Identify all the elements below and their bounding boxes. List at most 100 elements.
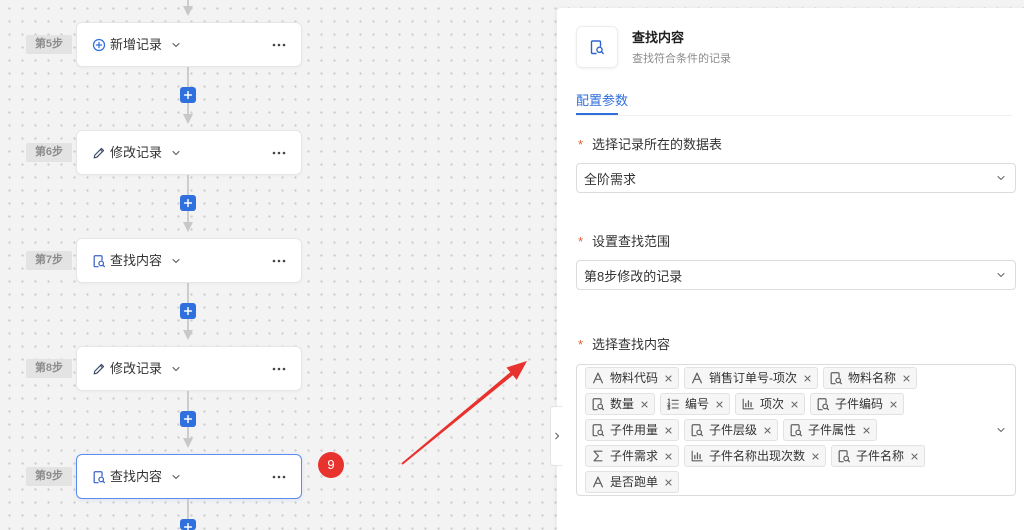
- pencil-icon: [92, 146, 106, 160]
- close-icon[interactable]: [664, 478, 673, 487]
- close-icon[interactable]: [889, 400, 898, 409]
- required-mark: *: [578, 337, 584, 352]
- chevron-down-icon[interactable]: [170, 363, 182, 375]
- close-icon[interactable]: [763, 426, 772, 435]
- close-icon[interactable]: [902, 374, 911, 383]
- add-step-button[interactable]: [180, 411, 196, 427]
- selected-field-tag[interactable]: 是否跑单: [585, 471, 680, 493]
- chevron-down-icon: [995, 269, 1007, 281]
- selected-field-tag[interactable]: 销售订单号-项次: [684, 367, 819, 389]
- step-card[interactable]: 查找内容: [76, 454, 302, 499]
- tag-label: 项次: [760, 397, 785, 411]
- close-icon[interactable]: [640, 400, 649, 409]
- scope-field-label: * 设置查找范围: [578, 233, 670, 251]
- close-icon[interactable]: [715, 400, 724, 409]
- selected-field-tag[interactable]: 子件属性: [783, 419, 878, 441]
- more-dots-icon[interactable]: [271, 361, 287, 377]
- selected-field-tag[interactable]: 项次: [735, 393, 806, 415]
- lookup-icon: [591, 423, 605, 437]
- content-multi-select[interactable]: 物料代码 销售订单号-项次 物料名称 数量 编号 项次 子件编码 子件用量 子件层级 子件属性 子件…: [576, 364, 1016, 496]
- add-step-button[interactable]: [180, 303, 196, 319]
- selected-field-tag[interactable]: 数量: [585, 393, 656, 415]
- required-mark: *: [578, 234, 584, 249]
- select-value: 全阶需求: [584, 171, 637, 187]
- lookup-icon: [829, 371, 843, 385]
- tag-label: 子件属性: [808, 423, 857, 437]
- selected-field-tag[interactable]: 子件名称: [831, 445, 926, 467]
- selected-field-tag[interactable]: 子件用量: [585, 419, 680, 441]
- more-dots-icon[interactable]: [271, 469, 287, 485]
- chevron-down-icon[interactable]: [170, 39, 182, 51]
- selected-field-tag[interactable]: 子件名称出现次数: [684, 445, 827, 467]
- close-icon[interactable]: [664, 426, 673, 435]
- step-title: 查找内容: [110, 468, 163, 484]
- chevron-down-icon[interactable]: [170, 147, 182, 159]
- step-title: 新增记录: [110, 36, 163, 52]
- lookup-icon: [92, 470, 106, 484]
- more-dots-icon[interactable]: [271, 37, 287, 53]
- chevron-down-icon: [995, 172, 1007, 184]
- table-select[interactable]: 全阶需求: [576, 163, 1016, 193]
- tag-row: 数量 编号 项次 子件编码: [585, 393, 1007, 415]
- panel-title: 查找内容: [632, 30, 685, 45]
- selected-field-tag[interactable]: 物料名称: [823, 367, 918, 389]
- add-step-button[interactable]: [180, 195, 196, 211]
- step-card[interactable]: 修改记录: [76, 130, 302, 175]
- close-icon[interactable]: [803, 374, 812, 383]
- step-card[interactable]: 查找内容: [76, 238, 302, 283]
- chevron-down-icon[interactable]: [170, 255, 182, 267]
- tag-label: 物料名称: [848, 371, 897, 385]
- tag-row: 子件用量 子件层级 子件属性: [585, 419, 1007, 441]
- close-icon[interactable]: [862, 426, 871, 435]
- selected-field-tag[interactable]: 子件需求: [585, 445, 680, 467]
- chevron-right-icon: [552, 431, 562, 441]
- selected-field-tag[interactable]: 子件层级: [684, 419, 779, 441]
- add-step-button[interactable]: [180, 519, 196, 530]
- selected-field-tag[interactable]: 编号: [660, 393, 731, 415]
- connector-line: [187, 175, 189, 195]
- close-icon[interactable]: [811, 452, 820, 461]
- workflow-flow: 第5步 新增记录 第6步 修改记录 第7步 查找内容 第8步 修改记录 第9步 查找内容: [0, 0, 557, 530]
- chevron-down-icon[interactable]: [170, 471, 182, 483]
- content-field-label: * 选择查找内容: [578, 336, 670, 354]
- connector-line: [187, 391, 189, 411]
- tab-config-params[interactable]: 配置参数: [576, 92, 628, 110]
- pencil-icon: [92, 362, 106, 376]
- close-icon[interactable]: [664, 374, 673, 383]
- chevron-down-icon[interactable]: [995, 424, 1007, 436]
- tag-label: 数量: [610, 397, 635, 411]
- selected-field-tag[interactable]: 子件编码: [810, 393, 905, 415]
- add-step-button[interactable]: [180, 87, 196, 103]
- step-title: 查找内容: [110, 252, 163, 268]
- close-icon[interactable]: [664, 452, 673, 461]
- arrow-down-icon: [183, 330, 193, 340]
- tag-label: 物料代码: [610, 371, 659, 385]
- step-card[interactable]: 新增记录: [76, 22, 302, 67]
- panel-collapse-handle[interactable]: [550, 406, 562, 466]
- tag-label: 编号: [685, 397, 710, 411]
- step-number-label: 第8步: [26, 359, 72, 378]
- lookup-icon: [591, 397, 605, 411]
- tag-row: 子件需求 子件名称出现次数 子件名称: [585, 445, 1007, 467]
- plus-icon: [182, 413, 194, 425]
- lookup-icon: [816, 397, 830, 411]
- more-dots-icon[interactable]: [271, 253, 287, 269]
- text-icon: [591, 475, 605, 489]
- close-icon[interactable]: [910, 452, 919, 461]
- connector-line: [187, 427, 189, 438]
- tab-divider: [576, 115, 1012, 116]
- plus-icon: [182, 89, 194, 101]
- panel-subtitle: 查找符合条件的记录: [632, 53, 731, 65]
- selected-tags: 物料代码 销售订单号-项次 物料名称 数量 编号 项次 子件编码 子件用量 子件层级 子件属性 子件…: [585, 367, 1007, 493]
- sum-icon: [591, 449, 605, 463]
- step-card[interactable]: 修改记录: [76, 346, 302, 391]
- arrow-down-icon: [183, 438, 193, 448]
- lookup-icon: [690, 423, 704, 437]
- selected-field-tag[interactable]: 物料代码: [585, 367, 680, 389]
- plus-icon: [182, 521, 194, 530]
- close-icon[interactable]: [790, 400, 799, 409]
- step-number-label: 第5步: [26, 35, 72, 54]
- scope-select[interactable]: 第8步修改的记录: [576, 260, 1016, 290]
- node-type-badge: [576, 26, 618, 68]
- more-dots-icon[interactable]: [271, 145, 287, 161]
